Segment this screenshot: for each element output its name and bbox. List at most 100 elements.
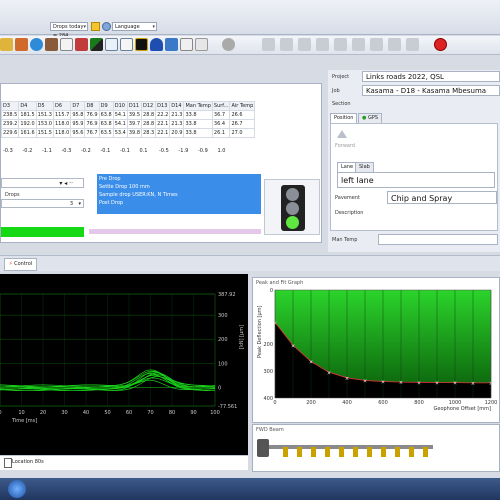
x-tick-label: 0 <box>0 410 2 416</box>
list-item[interactable]: Pre Drop <box>99 175 259 183</box>
column-header[interactable]: D5 <box>35 101 54 111</box>
man-temp-input[interactable] <box>378 234 498 245</box>
sensor-icon[interactable] <box>334 38 347 51</box>
deflection-table: D3 D4 D5 D6 D7 D8 D9 D10 D11 D12 D13 D14 Man Temp Sur… <box>0 101 256 138</box>
stop-icon[interactable] <box>434 38 447 51</box>
forward-arrow-icon[interactable] <box>337 130 347 138</box>
diff-value: -0.5 <box>159 148 169 154</box>
table-cell: 21.3 <box>169 119 185 129</box>
language-combo-text: Language <box>115 24 140 30</box>
column-header[interactable]: Surf... <box>211 101 231 111</box>
tab-gps-label: GPS <box>367 115 379 121</box>
column-header[interactable]: D11 <box>126 101 143 111</box>
wrench-icon[interactable] <box>352 38 365 51</box>
folder-icon[interactable] <box>91 22 100 31</box>
column-header[interactable]: D4 <box>18 101 37 111</box>
film-icon[interactable] <box>180 38 193 51</box>
drop-selector[interactable]: ▾ ◂ ·· <box>1 178 84 188</box>
chevron-down-icon: ▾ <box>78 201 81 207</box>
fwd-beam-bar <box>263 445 433 449</box>
table-cell: 151.5 <box>35 128 54 138</box>
tool-icon[interactable] <box>406 38 419 51</box>
bar-chart-icon[interactable] <box>120 38 133 51</box>
graph-icon[interactable] <box>135 38 148 51</box>
table-cell: 33.8 <box>183 119 213 129</box>
table-row[interactable]: 238.5 181.5 151.3 115.7 95.8 76.9 63.8 54.1 39.5… <box>0 110 256 120</box>
job-field[interactable]: Kasama - D18 - Kasama Mbesuma <box>362 85 500 96</box>
table-cell: 53.4 <box>112 128 128 138</box>
book-icon[interactable] <box>45 38 58 51</box>
list-item[interactable]: Settle Drop 100 mm <box>99 183 259 191</box>
language-combo[interactable]: Language ▾ <box>112 22 157 31</box>
list-item[interactable]: Sample drop USER:KN, N Times <box>99 191 259 199</box>
geophone-icon <box>353 447 358 457</box>
lane-field[interactable]: left lane <box>337 172 495 188</box>
line-chart-icon[interactable] <box>105 38 118 51</box>
thermometer-icon[interactable] <box>75 38 88 51</box>
column-header[interactable]: D3 <box>0 101 20 111</box>
lightning-icon: ⚡ <box>9 261 13 267</box>
tools-icon[interactable] <box>15 38 28 51</box>
deflection-icon[interactable] <box>90 38 103 51</box>
gear-icon[interactable] <box>102 22 111 31</box>
mascot-icon[interactable] <box>150 38 163 51</box>
checkbox[interactable] <box>4 458 12 468</box>
hammer-icon[interactable] <box>280 38 293 51</box>
column-header[interactable]: D10 <box>112 101 128 111</box>
x-tick-label: 30 <box>61 410 67 416</box>
table-cell: 239.2 <box>0 119 20 129</box>
section-label: Section <box>332 101 351 107</box>
table-cell: 115.7 <box>52 110 72 120</box>
table-icon[interactable] <box>60 38 73 51</box>
y-tick-label: 100 <box>218 361 228 367</box>
config-icon[interactable] <box>370 38 383 51</box>
drops-input[interactable]: 3 ▾ <box>1 199 84 208</box>
disc-icon[interactable] <box>222 38 235 51</box>
project-field[interactable]: Links roads 2022, QSL <box>362 71 500 82</box>
table-cell: 21.3 <box>169 110 185 120</box>
x-axis-label: Geophone Offset [mm] <box>434 406 492 412</box>
x-tick-label: 80 <box>169 410 175 416</box>
column-header[interactable]: D12 <box>141 101 157 111</box>
x-tick-label: 50 <box>104 410 110 416</box>
column-header[interactable]: D14 <box>169 101 185 111</box>
sequence-list[interactable]: Pre Drop Settle Drop 100 mm Sample drop US… <box>97 174 261 214</box>
cut-icon[interactable] <box>262 38 275 51</box>
pavement-label: Pavement <box>335 195 360 201</box>
table-cell: 28.3 <box>141 128 157 138</box>
diff-value: -0.1 <box>120 148 130 154</box>
x-tick-label: 100 <box>210 410 220 416</box>
truck-icon[interactable] <box>298 38 311 51</box>
drops-combo[interactable]: Drops today = 284 ▾ <box>50 22 88 39</box>
y-tick-label: 0 <box>270 288 273 294</box>
position-tab-content: Forward Lane Slab left lane Pavement Chi… <box>330 123 498 231</box>
windows-icon[interactable] <box>165 38 178 51</box>
document-icon[interactable] <box>195 38 208 51</box>
y-axis-label: [kN] [µm] <box>239 325 245 349</box>
globe-icon[interactable] <box>30 38 43 51</box>
column-header[interactable]: D9 <box>98 101 114 111</box>
calibrate-icon[interactable] <box>388 38 401 51</box>
tab-control[interactable]: ⚡ Control <box>4 258 38 271</box>
pavement-field[interactable]: Chip and Spray <box>387 191 497 204</box>
column-header[interactable]: D6 <box>52 101 72 111</box>
table-cell: 192.0 <box>18 119 37 129</box>
top-toolbar: Drops today = 284 ▾ Language ▾ <box>0 0 500 39</box>
column-header[interactable]: D8 <box>84 101 100 111</box>
list-item[interactable]: Post Drop <box>99 199 259 207</box>
column-header[interactable]: D7 <box>70 101 86 111</box>
fwd-beam-title: FWD Beam <box>256 427 284 433</box>
y-tick-label: 400 <box>263 396 273 402</box>
column-header[interactable]: Man Temp <box>183 101 213 111</box>
column-header[interactable]: D13 <box>155 101 171 111</box>
start-button[interactable] <box>8 480 26 498</box>
table-cell: 63.5 <box>98 128 114 138</box>
y-tick-label: 200 <box>218 337 228 343</box>
table-row[interactable]: 239.2 192.0 153.0 118.0 95.9 76.9 63.8 54.1 39.7… <box>0 119 256 129</box>
data-point: × <box>309 360 313 366</box>
table-row[interactable]: 229.6 161.6 151.5 118.0 95.6 76.7 63.5 53.4 39.8… <box>0 128 256 138</box>
column-header[interactable]: Air Temp <box>229 101 256 111</box>
y-tick-label: 0 <box>218 385 221 391</box>
trailer-icon[interactable] <box>316 38 329 51</box>
measure-icon[interactable] <box>0 38 13 51</box>
